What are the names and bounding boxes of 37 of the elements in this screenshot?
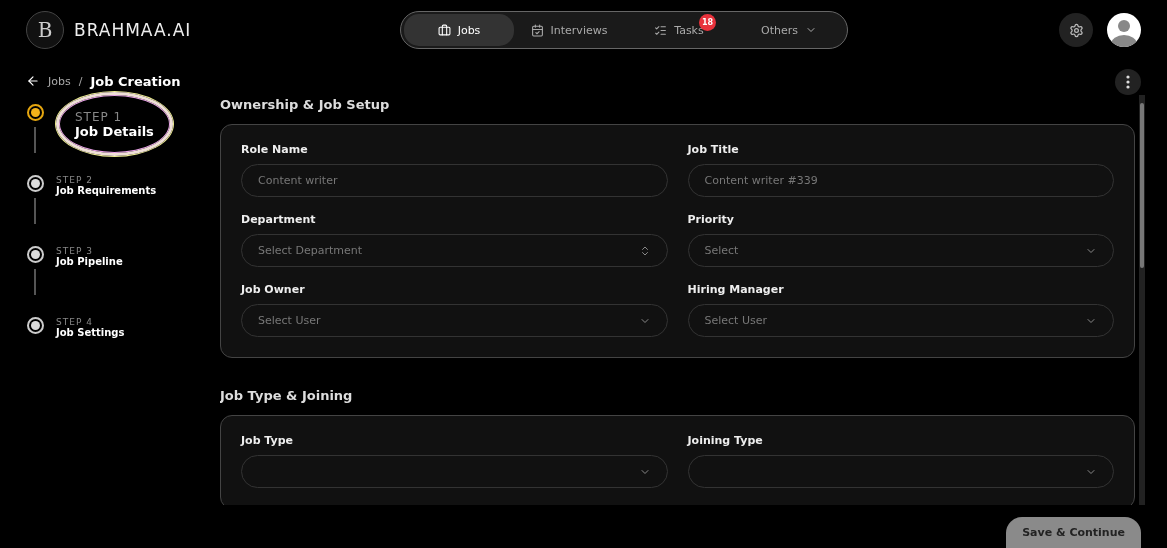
step-number: STEP 2 — [56, 175, 94, 185]
breadcrumb-separator: / — [78, 74, 83, 88]
briefcase-icon — [437, 23, 451, 37]
field-label: Job Title — [687, 143, 740, 156]
nav-tab[interactable]: Jobs — [404, 14, 514, 46]
field-label: Job Owner — [241, 283, 306, 296]
field-label: Role Name — [241, 143, 309, 156]
step-title[interactable]: Job Details — [75, 123, 154, 139]
scrollbar[interactable] — [1139, 95, 1145, 505]
save-continue-button[interactable]: Save & Continue — [1006, 517, 1141, 548]
field-label: Hiring Manager — [687, 283, 785, 296]
settings-icon — [1068, 22, 1084, 38]
nav-tab[interactable]: Interviews — [514, 14, 624, 46]
avatar-icon[interactable] — [1107, 13, 1141, 47]
section-title: Ownership & Job Setup — [220, 97, 391, 112]
breadcrumb-current: Job Creation — [90, 73, 181, 89]
brand-logo: B — [26, 11, 64, 49]
step-number: STEP 3 — [56, 246, 94, 256]
field-label: Department — [241, 213, 317, 226]
nav-tab[interactable]: Others — [734, 14, 844, 46]
step-title[interactable]: Job Settings — [56, 327, 125, 338]
step-highlight[interactable]: STEP 1 Job Details — [56, 92, 173, 156]
brand-name: BRAHMAA.AI — [74, 20, 192, 40]
more-button[interactable] — [1115, 69, 1141, 95]
settings-button[interactable] — [1059, 13, 1093, 47]
calendar-icon — [530, 23, 544, 37]
checklist-icon — [654, 23, 668, 37]
more-icon — [1126, 75, 1130, 89]
section-title: Job Type & Joining — [220, 388, 354, 403]
step-number: STEP 1 — [75, 109, 124, 124]
field-label: Priority — [687, 213, 735, 226]
step-title[interactable]: Job Requirements — [56, 185, 157, 196]
step-title[interactable]: Job Pipeline — [56, 256, 123, 267]
step-number: STEP 4 — [56, 317, 94, 327]
breadcrumb-link[interactable]: Jobs — [48, 74, 71, 88]
field-label: Job Type — [241, 434, 295, 447]
field-label: Joining Type — [687, 434, 764, 447]
